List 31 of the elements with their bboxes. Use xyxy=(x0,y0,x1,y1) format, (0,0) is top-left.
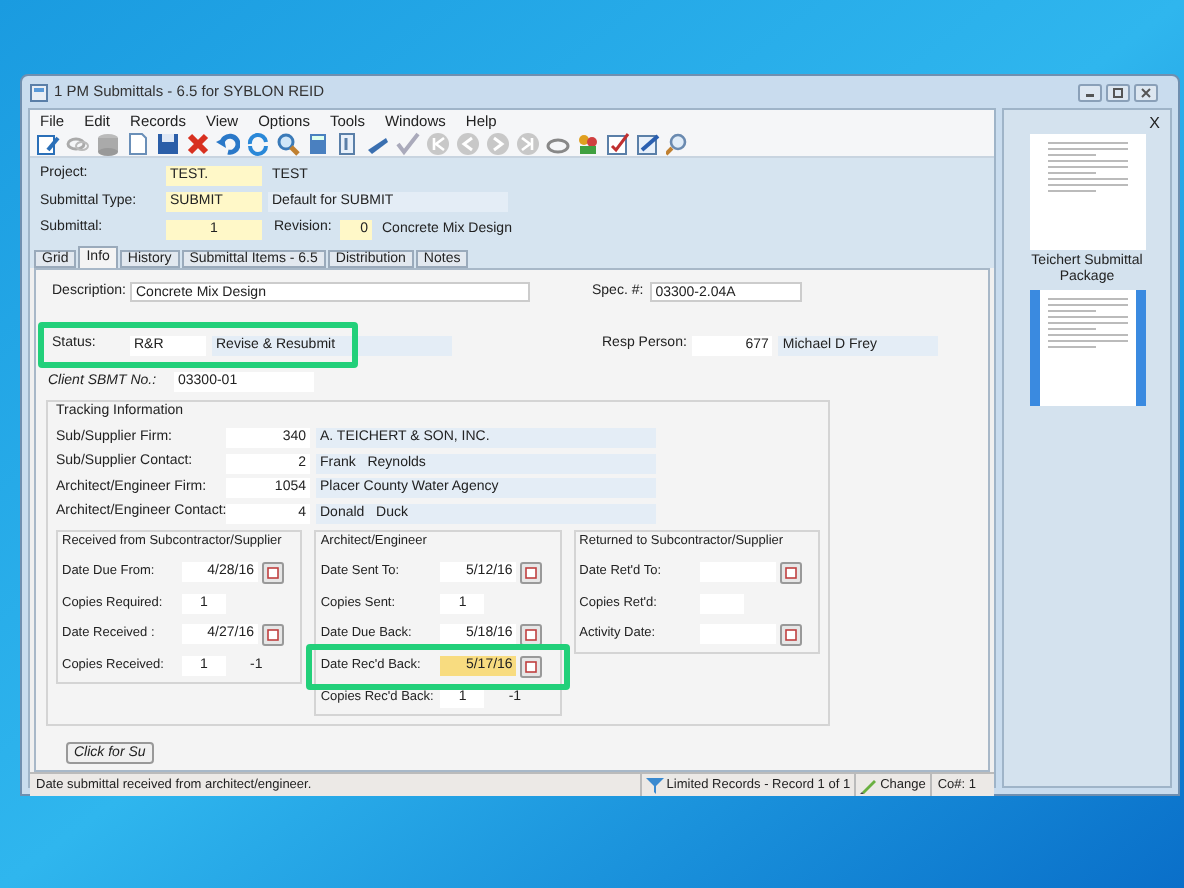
pencil-icon xyxy=(860,776,879,794)
calendar-icon[interactable] xyxy=(520,561,543,583)
calendar-icon[interactable] xyxy=(262,623,284,645)
checklist-icon[interactable] xyxy=(606,132,630,157)
calendar-icon[interactable] xyxy=(520,623,543,645)
check-icon[interactable] xyxy=(396,132,420,157)
document-thumbnail[interactable] xyxy=(1029,134,1145,250)
edit-form-icon[interactable] xyxy=(36,132,60,157)
zoom-icon[interactable] xyxy=(666,132,690,157)
close-button[interactable]: X xyxy=(1149,112,1160,136)
database-icon[interactable] xyxy=(96,132,120,157)
calendar-icon[interactable] xyxy=(779,623,802,645)
undo-icon[interactable] xyxy=(216,132,240,157)
filter-icon xyxy=(646,776,665,794)
minimize-icon[interactable] xyxy=(1078,83,1102,101)
calculator-icon[interactable] xyxy=(306,132,330,157)
calendar-icon[interactable] xyxy=(262,561,284,583)
search-icon[interactable] xyxy=(276,132,300,157)
link-icon[interactable] xyxy=(66,132,90,157)
close-icon[interactable] xyxy=(1134,83,1158,101)
people-icon[interactable] xyxy=(576,132,600,157)
delete-icon[interactable] xyxy=(186,132,210,157)
save-icon[interactable] xyxy=(156,132,180,157)
document-thumbnail[interactable] xyxy=(1029,290,1145,406)
maximize-icon[interactable] xyxy=(1106,83,1130,101)
refresh-icon[interactable] xyxy=(246,132,270,157)
window-app-icon xyxy=(30,83,48,101)
calendar-icon[interactable] xyxy=(520,655,543,677)
edit-note-icon[interactable] xyxy=(636,132,660,157)
new-document-icon[interactable] xyxy=(126,132,150,157)
calendar-icon[interactable] xyxy=(779,561,802,583)
